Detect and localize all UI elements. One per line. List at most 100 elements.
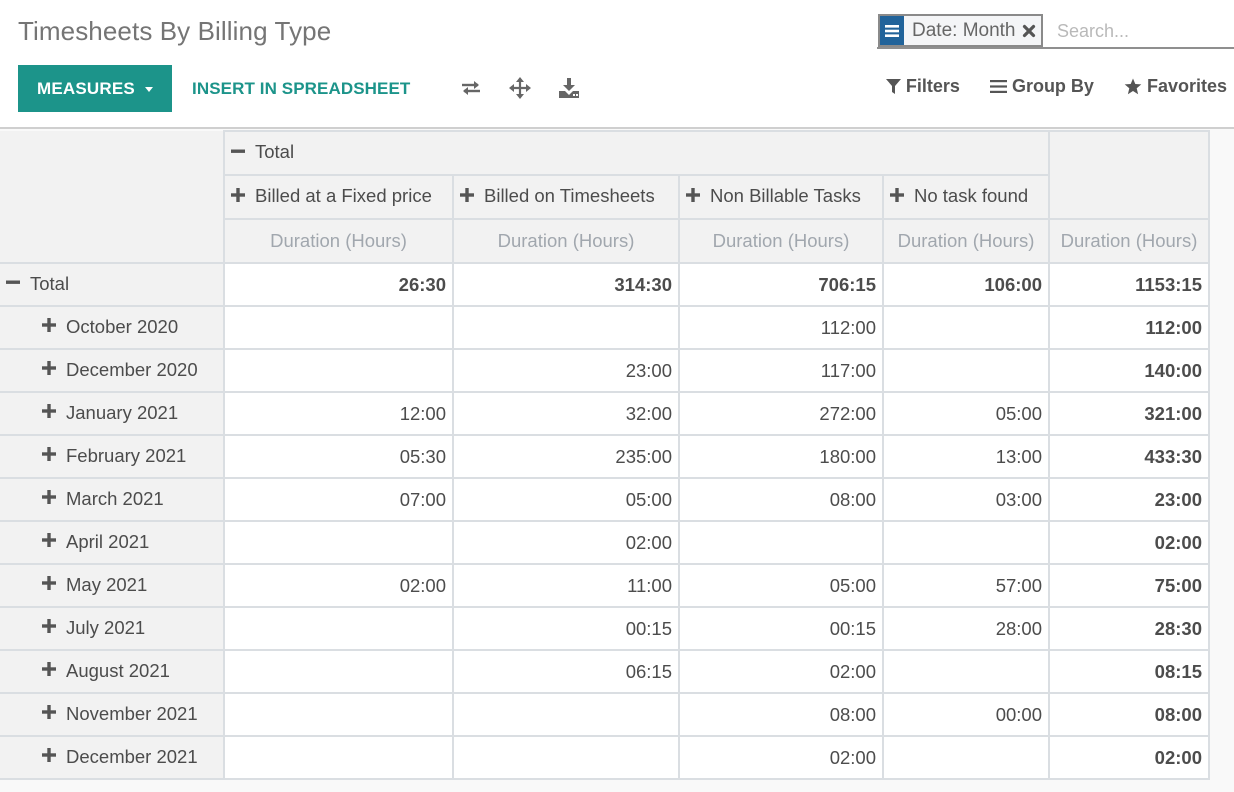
cell-value[interactable]: 180:00	[678, 434, 884, 479]
row-header[interactable]: December 2020	[0, 348, 225, 393]
cell-value[interactable]: 02:00	[452, 520, 680, 565]
cell-value[interactable]	[882, 649, 1050, 694]
cell-value[interactable]: 08:00	[678, 692, 884, 737]
col-header-0[interactable]: Billed at a Fixed price	[223, 174, 454, 220]
measure-header[interactable]: Duration (Hours)	[223, 218, 454, 264]
filters-button[interactable]: Filters	[885, 76, 960, 97]
cell-value[interactable]	[223, 348, 454, 393]
cell-value[interactable]: 02:00	[223, 563, 454, 608]
filters-label: Filters	[905, 76, 960, 96]
cell-row-total[interactable]: 23:00	[1048, 477, 1210, 522]
cell-value[interactable]: 11:00	[452, 563, 680, 608]
row-header[interactable]: May 2021	[0, 563, 225, 608]
col-header-total[interactable]: Total	[223, 130, 1050, 176]
cell-value[interactable]: 02:00	[678, 649, 884, 694]
cell-value[interactable]: 13:00	[882, 434, 1050, 479]
cell-value[interactable]: 26:30	[223, 262, 454, 307]
cell-row-total[interactable]: 08:15	[1048, 649, 1210, 694]
cell-value[interactable]: 05:00	[678, 563, 884, 608]
cell-value[interactable]	[223, 305, 454, 350]
measure-header[interactable]: Duration (Hours)	[678, 218, 884, 264]
search-facet[interactable]: Date: Month	[878, 14, 1043, 47]
col-header-2[interactable]: Non Billable Tasks	[678, 174, 884, 220]
cell-value[interactable]: 23:00	[452, 348, 680, 393]
cell-value[interactable]: 03:00	[882, 477, 1050, 522]
cell-value[interactable]: 57:00	[882, 563, 1050, 608]
cell-row-total[interactable]: 02:00	[1048, 520, 1210, 565]
cell-value[interactable]: 02:00	[678, 735, 884, 780]
cell-value[interactable]: 00:15	[678, 606, 884, 651]
group-by-button[interactable]: Group By	[989, 76, 1094, 97]
cell-value[interactable]: 05:00	[452, 477, 680, 522]
cell-value[interactable]: 28:00	[882, 606, 1050, 651]
measure-header[interactable]: Duration (Hours)	[1048, 218, 1210, 264]
cell-value[interactable]	[882, 520, 1050, 565]
cell-row-total[interactable]: 02:00	[1048, 735, 1210, 780]
col-header-3[interactable]: No task found	[882, 174, 1050, 220]
insert-in-spreadsheet-button[interactable]: INSERT IN SPREADSHEET	[192, 65, 410, 112]
cell-value[interactable]: 00:00	[882, 692, 1050, 737]
cell-row-total[interactable]: 433:30	[1048, 434, 1210, 479]
cell-value[interactable]	[223, 692, 454, 737]
cell-value[interactable]	[223, 520, 454, 565]
favorites-button[interactable]: Favorites	[1124, 76, 1227, 97]
cell-value[interactable]: 12:00	[223, 391, 454, 436]
plus-icon	[686, 185, 700, 207]
search-input[interactable]	[1055, 16, 1231, 46]
cell-value[interactable]	[882, 735, 1050, 780]
cell-value[interactable]: 112:00	[678, 305, 884, 350]
cell-row-total[interactable]: 321:00	[1048, 391, 1210, 436]
cell-value[interactable]: 32:00	[452, 391, 680, 436]
cell-row-total[interactable]: 140:00	[1048, 348, 1210, 393]
cell-grand-total[interactable]: 1153:15	[1048, 262, 1210, 307]
cell-row-total[interactable]: 75:00	[1048, 563, 1210, 608]
cell-value[interactable]: 117:00	[678, 348, 884, 393]
row-header[interactable]: October 2020	[0, 305, 225, 350]
col-header-1[interactable]: Billed on Timesheets	[452, 174, 680, 220]
cell-value[interactable]: 07:00	[223, 477, 454, 522]
row-header-total[interactable]: Total	[0, 262, 225, 307]
cell-value[interactable]: 05:30	[223, 434, 454, 479]
measure-header[interactable]: Duration (Hours)	[882, 218, 1050, 264]
cell-row-total[interactable]: 28:30	[1048, 606, 1210, 651]
row-header[interactable]: February 2021	[0, 434, 225, 479]
row-header-label: February 2021	[66, 444, 187, 466]
remove-facet-icon[interactable]	[1020, 16, 1041, 45]
measures-button[interactable]: MEASURES	[18, 65, 172, 112]
download-icon[interactable]	[557, 76, 581, 100]
cell-value[interactable]: 06:15	[452, 649, 680, 694]
cell-value[interactable]	[223, 735, 454, 780]
cell-value[interactable]	[452, 735, 680, 780]
cell-value[interactable]: 706:15	[678, 262, 884, 307]
row-header[interactable]: December 2021	[0, 735, 225, 780]
row-header[interactable]: January 2021	[0, 391, 225, 436]
row-header[interactable]: November 2021	[0, 692, 225, 737]
cell-value[interactable]: 05:00	[882, 391, 1050, 436]
row-header[interactable]: April 2021	[0, 520, 225, 565]
cell-value[interactable]: 235:00	[452, 434, 680, 479]
cell-row-total[interactable]: 08:00	[1048, 692, 1210, 737]
plus-icon	[42, 487, 56, 509]
cell-value[interactable]: 08:00	[678, 477, 884, 522]
cell-value[interactable]: 314:30	[452, 262, 680, 307]
cell-value[interactable]	[452, 305, 680, 350]
cell-value[interactable]	[223, 649, 454, 694]
cell-value[interactable]	[882, 348, 1050, 393]
cell-value[interactable]: 272:00	[678, 391, 884, 436]
row-header[interactable]: July 2021	[0, 606, 225, 651]
col-header-label: Billed on Timesheets	[484, 185, 655, 207]
cell-value[interactable]: 00:15	[452, 606, 680, 651]
cell-value[interactable]	[882, 305, 1050, 350]
row-header[interactable]: March 2021	[0, 477, 225, 522]
cell-row-total[interactable]: 112:00	[1048, 305, 1210, 350]
cell-value[interactable]: 106:00	[882, 262, 1050, 307]
cell-value[interactable]	[223, 606, 454, 651]
group-by-facet-icon	[880, 16, 904, 45]
row-header[interactable]: August 2021	[0, 649, 225, 694]
group-by-label: Group By	[1011, 76, 1094, 96]
measure-header[interactable]: Duration (Hours)	[452, 218, 680, 264]
expand-all-icon[interactable]	[508, 76, 532, 100]
cell-value[interactable]	[452, 692, 680, 737]
flip-axis-icon[interactable]	[459, 76, 483, 100]
cell-value[interactable]	[678, 520, 884, 565]
